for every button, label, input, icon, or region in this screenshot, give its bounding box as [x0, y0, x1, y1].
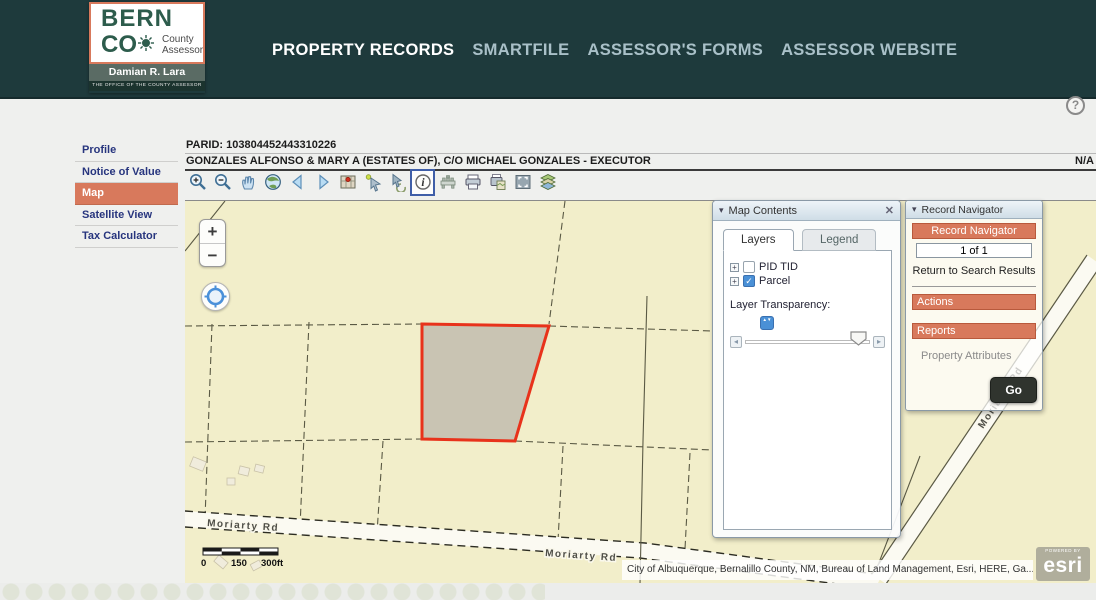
- collapse-icon[interactable]: ▾: [912, 204, 917, 215]
- logo-bern-text: BERN: [101, 7, 203, 31]
- nav-smartfile[interactable]: SMARTFILE: [472, 41, 569, 60]
- sidebar-item-satellite-view[interactable]: Satellite View: [75, 205, 178, 227]
- sidebar-item-map[interactable]: Map: [75, 183, 178, 205]
- esri-logo: POWERED BY esri: [1036, 547, 1090, 581]
- nav-property-records[interactable]: PROPERTY RECORDS: [272, 41, 454, 60]
- bernco-logo[interactable]: BERN CO County: [89, 2, 205, 93]
- layer-label-parcel: Parcel: [759, 275, 790, 287]
- owner-line: GONZALES ALFONSO & MARY A (ESTATES OF), …: [186, 155, 651, 167]
- right-value: N/A: [1075, 155, 1094, 167]
- close-icon[interactable]: ✕: [885, 204, 894, 217]
- map-contents-title: Map Contents: [729, 205, 797, 217]
- slider-right-button[interactable]: ▸: [873, 336, 885, 348]
- measure-icon[interactable]: [435, 169, 460, 196]
- map-zoom-control: + −: [199, 219, 226, 267]
- map-contents-panel: ▾ Map Contents ✕ Layers Legend + PID TID…: [712, 200, 901, 538]
- identify-icon[interactable]: i: [410, 169, 435, 196]
- parid-line: PARID: 103804452443310226: [185, 138, 1096, 154]
- logo-co-text: CO: [101, 33, 137, 57]
- top-nav: PROPERTY RECORDS SMARTFILE ASSESSOR'S FO…: [272, 41, 957, 60]
- map-zoom-in-button[interactable]: +: [200, 220, 225, 244]
- parcel-checkbox[interactable]: ✓: [743, 275, 755, 287]
- layers-tab-content: + PID TID + ✓ Parcel Layer Transparency:…: [723, 250, 892, 530]
- slider-left-button[interactable]: ◂: [730, 336, 742, 348]
- previous-extent-icon[interactable]: [285, 169, 310, 196]
- office-tagline: THE OFFICE OF THE COUNTY ASSESSOR: [89, 81, 205, 91]
- sidebar-item-profile[interactable]: Profile: [75, 140, 178, 162]
- select-icon[interactable]: [360, 169, 385, 196]
- expand-icon[interactable]: +: [730, 263, 739, 272]
- app: PROPERTY RECORDS SMARTFILE ASSESSOR'S FO…: [0, 0, 1096, 600]
- scale-mid: 150: [231, 558, 247, 569]
- map-toolbar: i: [185, 167, 560, 197]
- nav-assessor-website[interactable]: ASSESSOR WEBSITE: [781, 41, 957, 60]
- sidebar-item-notice-of-value[interactable]: Notice of Value: [75, 162, 178, 184]
- record-navigator-title: Record Navigator: [922, 204, 1004, 216]
- full-screen-icon[interactable]: [510, 169, 535, 196]
- print-icon[interactable]: [460, 169, 485, 196]
- zoom-in-icon[interactable]: [185, 169, 210, 196]
- expand-icon[interactable]: +: [730, 277, 739, 286]
- help-icon[interactable]: ?: [1066, 96, 1085, 115]
- record-position-input[interactable]: [916, 243, 1032, 258]
- map-zoom-out-button[interactable]: −: [200, 244, 225, 267]
- return-to-search-results-link[interactable]: Return to Search Results: [912, 265, 1036, 277]
- zia-symbol-icon: [138, 35, 154, 56]
- locate-button[interactable]: [201, 282, 230, 311]
- record-navigator-bar: Record Navigator: [912, 223, 1036, 239]
- esri-brand: esri: [1036, 555, 1090, 577]
- layers-icon[interactable]: [535, 169, 560, 196]
- record-navigator-header[interactable]: ▾ Record Navigator: [906, 201, 1042, 219]
- nav-assessors-forms[interactable]: ASSESSOR'S FORMS: [587, 41, 763, 60]
- zoom-out-icon[interactable]: [210, 169, 235, 196]
- transparency-slider: ◂ ▸: [730, 336, 885, 348]
- next-extent-icon[interactable]: [310, 169, 335, 196]
- scale-start: 0: [201, 558, 206, 569]
- full-extent-globe-icon[interactable]: [260, 169, 285, 196]
- layer-label-pid-tid: PID TID: [759, 261, 798, 273]
- footer-pattern: [0, 583, 545, 600]
- layer-row-pid-tid: + PID TID: [730, 261, 885, 273]
- tab-legend[interactable]: Legend: [802, 229, 876, 251]
- record-navigator-panel: ▾ Record Navigator Record Navigator Retu…: [905, 200, 1043, 411]
- go-button[interactable]: Go: [990, 377, 1037, 403]
- divider: [912, 286, 1036, 287]
- map-contents-header[interactable]: ▾ Map Contents ✕: [713, 201, 900, 221]
- print-map-icon[interactable]: [485, 169, 510, 196]
- slider-thumb[interactable]: [850, 331, 867, 351]
- footer-strip: [0, 583, 1096, 600]
- logo-card: BERN CO County: [89, 2, 205, 64]
- scale-end: 300ft: [261, 558, 284, 569]
- actions-bar[interactable]: Actions: [912, 294, 1036, 310]
- deselect-icon[interactable]: [385, 169, 410, 196]
- reports-bar[interactable]: Reports: [912, 323, 1036, 339]
- sidebar: Profile Notice of Value Map Satellite Vi…: [75, 140, 178, 248]
- locate-map-icon[interactable]: [335, 169, 360, 196]
- collapse-icon[interactable]: ▾: [719, 205, 724, 216]
- assessor-name: Damian R. Lara: [89, 64, 205, 81]
- map-contents-tabs: Layers Legend: [723, 229, 892, 251]
- transparency-label: Layer Transparency:: [730, 299, 885, 311]
- logo-county-text: County: [162, 34, 203, 45]
- pan-icon[interactable]: [235, 169, 260, 196]
- logo-assessor-text: Assessor: [162, 45, 203, 56]
- sidebar-item-tax-calculator[interactable]: Tax Calculator: [75, 226, 178, 248]
- property-attributes-link[interactable]: Property Attributes: [921, 350, 1036, 362]
- pid-tid-checkbox[interactable]: [743, 261, 755, 273]
- transparency-stepper[interactable]: ▲▼: [760, 316, 774, 330]
- crosshair-icon: [204, 285, 227, 308]
- layer-row-parcel: + ✓ Parcel: [730, 275, 885, 287]
- tab-layers[interactable]: Layers: [723, 229, 794, 251]
- map-attribution: City of Albuquerque, Bernalillo County, …: [622, 560, 1033, 580]
